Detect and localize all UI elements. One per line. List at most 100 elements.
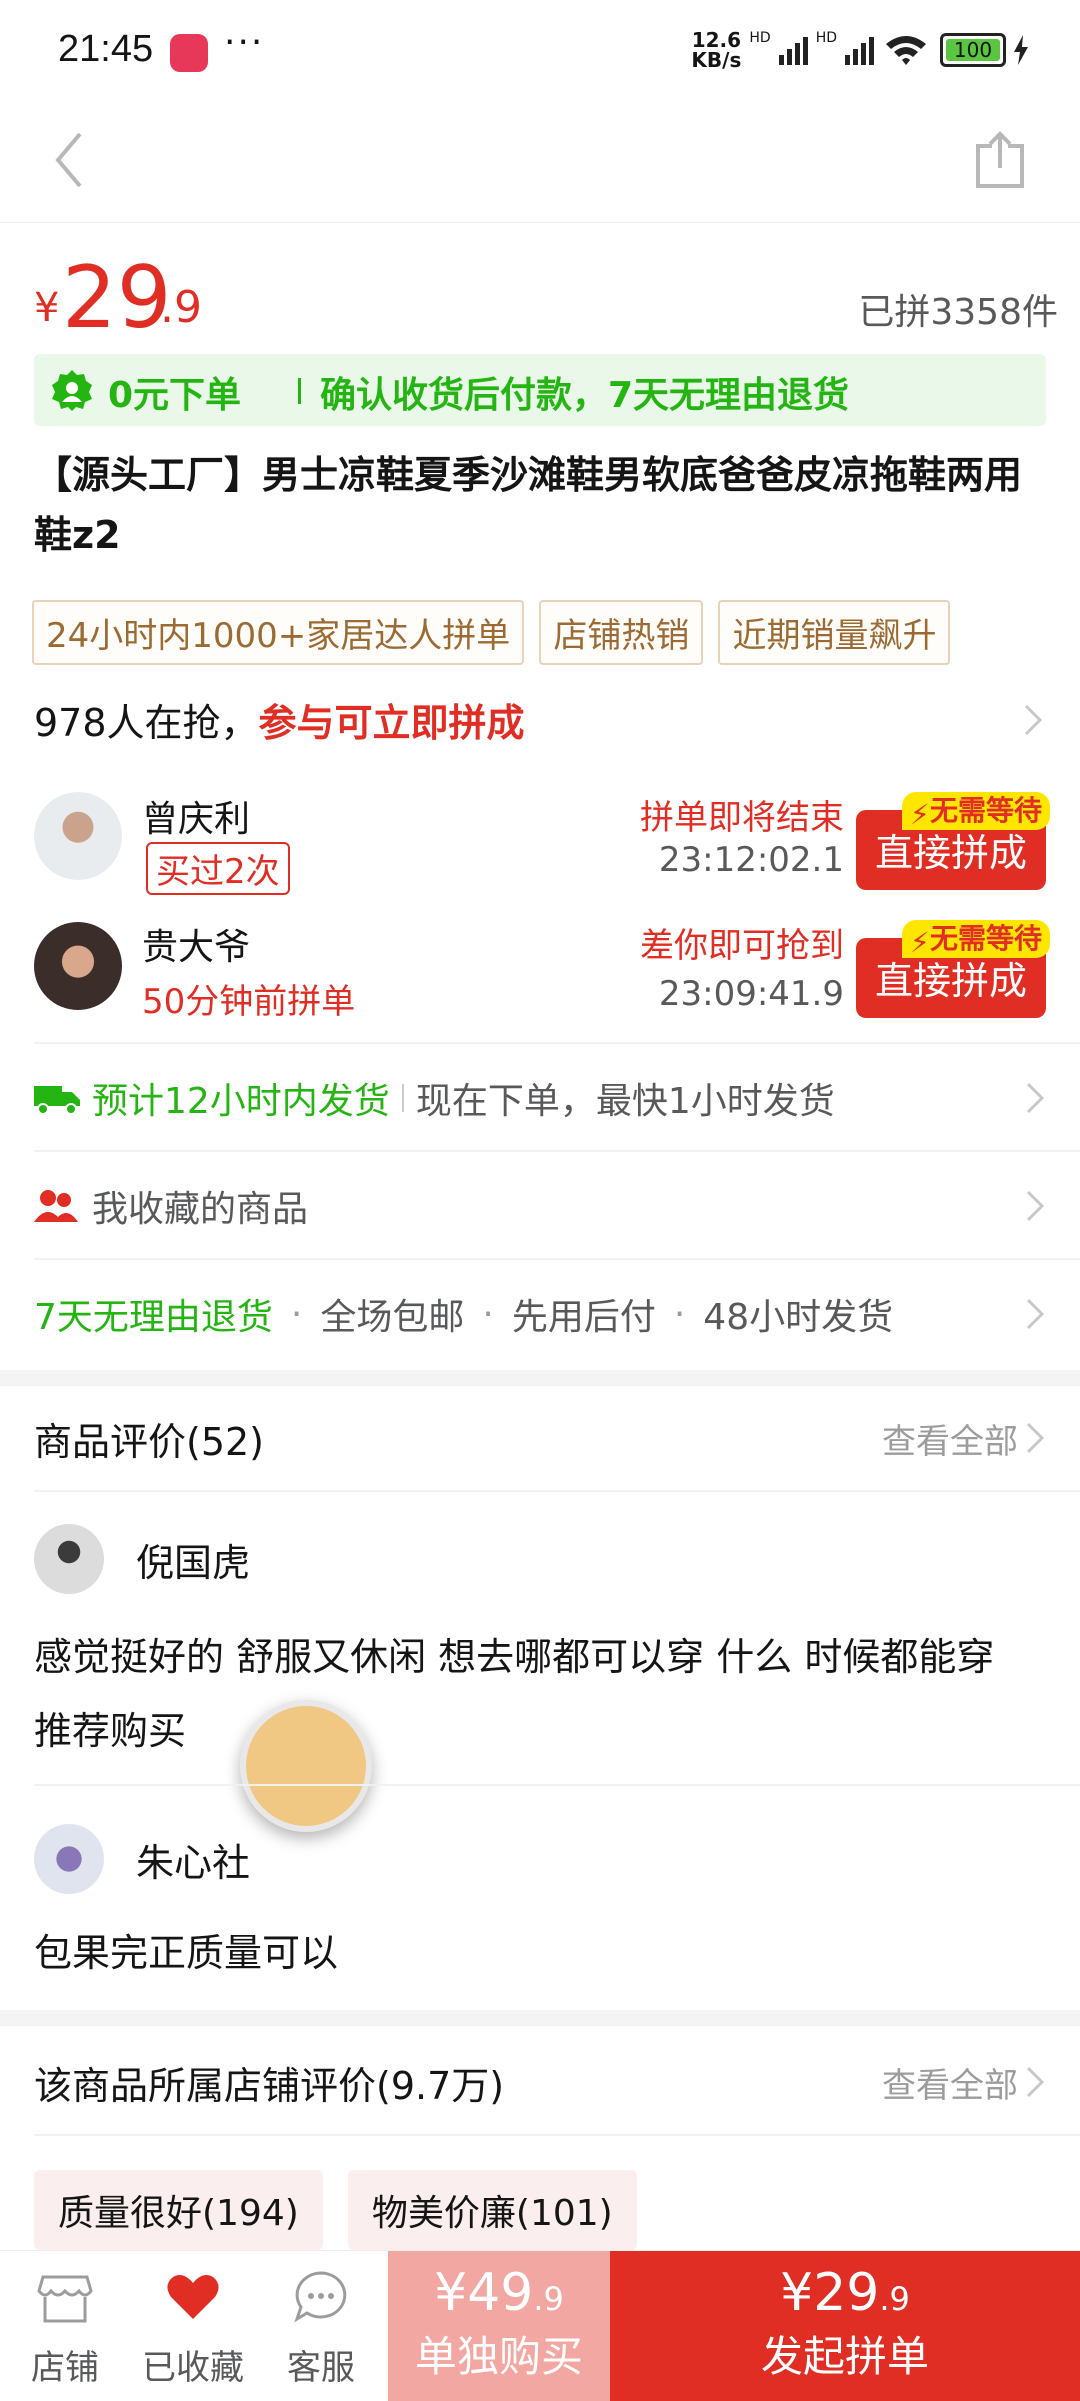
chevron-right-icon [1026, 1298, 1045, 1330]
battery-level: 100 [946, 39, 1000, 61]
avatar [34, 1524, 104, 1594]
divider [34, 1784, 1080, 1786]
currency: ¥ [780, 2263, 814, 2323]
shop-review-tag[interactable]: 物美价廉(101) [347, 2170, 637, 2250]
net-speed: 12.6 KB/s [691, 30, 741, 70]
sold-count: 已拼3358件 [858, 292, 1058, 333]
buy-alone-price: ¥49.9 [388, 2263, 610, 2323]
shop-reviews-header[interactable]: 该商品所属店铺评价(9.7万) 查看全部 [34, 2052, 1046, 2112]
crowd-cta: 参与可立即拼成 [258, 701, 525, 745]
start-group-label: 发起拼单 [760, 2332, 929, 2381]
price-dec: .9 [533, 2280, 564, 2318]
divider [34, 1150, 1080, 1152]
group-status: 拼单即将结束 [640, 798, 844, 838]
chevron-right-icon [1026, 2066, 1045, 2098]
status-time: 21:45 [58, 28, 154, 70]
favorites-label: 我收藏的商品 [92, 1189, 309, 1230]
no-wait-badge: ⚡ 无需等待 [901, 792, 1050, 831]
shop-button[interactable]: 店铺 [0, 2251, 130, 2389]
join-group-label: 直接拼成 [874, 831, 1027, 875]
shipping-row[interactable]: 预计12小时内发货 现在下单，最快1小时发货 [34, 1070, 1046, 1126]
price-decimal: .9 [160, 282, 202, 333]
group-row: 曾庆利 买过2次 拼单即将结束 23:12:02.1 直接拼成 ⚡ 无需等待 [34, 790, 1050, 895]
separator [401, 1084, 404, 1112]
product-tags: 24小时内1000+家居达人拼单 店铺热销 近期销量飙升 [32, 600, 960, 665]
back-arrow-icon[interactable] [50, 130, 90, 190]
services-row[interactable]: 7天无理由退货 · 全场包邮 · 先用后付 · 48小时发货 [34, 1286, 1046, 1342]
shipping-estimate: 预计12小时内发货 [92, 1081, 390, 1122]
reviewer-name: 倪国虎 [136, 1540, 251, 1585]
chat-icon [294, 2271, 347, 2323]
divider [34, 1042, 1080, 1044]
favorite-button[interactable]: 已收藏 [128, 2251, 258, 2389]
shop-review-tag[interactable]: 质量很好(194) [34, 2170, 323, 2250]
reviewer-name: 朱心社 [136, 1840, 251, 1885]
app-notification-icon [170, 34, 208, 72]
divider [34, 1258, 1080, 1260]
product-title: 【源头工厂】男士凉鞋夏季沙滩鞋男软底爸爸皮凉拖鞋两用鞋z2 [34, 453, 1023, 557]
group-leader-time: 50分钟前拼单 [142, 982, 356, 1022]
reviews-header[interactable]: 商品评价(52) 查看全部 [34, 1408, 1046, 1468]
price-dec: .9 [879, 2280, 910, 2318]
group-crowd-row[interactable]: 978人在抢， 参与可立即拼成 [34, 692, 1044, 747]
join-group-label: 直接拼成 [874, 959, 1027, 1003]
group-leader-name: 贵大爷 [142, 927, 251, 968]
reviews-view-all[interactable]: 查看全部 [882, 1414, 1018, 1463]
section-gap [0, 2010, 1080, 2026]
floating-assistant-icon[interactable] [240, 1700, 372, 1832]
top-nav [0, 100, 1080, 223]
net-speed-value: 12.6 [691, 28, 742, 52]
bottom-bar: 店铺 已收藏 客服 ¥49.9 单独购买 ¥29.9 发起拼单 [0, 2250, 1080, 2401]
service-return: 7天无理由退货 [34, 1297, 273, 1338]
chevron-right-icon [1024, 704, 1043, 735]
service-free-shipping: 全场包邮 [320, 1297, 465, 1338]
reviews-title: 商品评价(52) [34, 1419, 265, 1464]
avatar [34, 1824, 104, 1894]
shop-reviews-view-all[interactable]: 查看全部 [882, 2058, 1018, 2107]
currency: ¥ [434, 2263, 468, 2323]
price-symbol: ¥ [34, 285, 60, 331]
price-int: 29 [813, 2263, 880, 2323]
price-int: 49 [467, 2263, 534, 2323]
review-text: 感觉挺好的 舒服又休闲 想去哪都可以穿 什么 时候都能穿 推荐购买 [34, 1635, 995, 1753]
avatar [34, 922, 122, 1010]
service-pay-later: 先用后付 [511, 1297, 656, 1338]
heart-icon [167, 2275, 219, 2319]
signal-icon-2 [845, 35, 874, 65]
review-text: 包果完正质量可以 [34, 1931, 339, 1975]
divider [34, 1490, 1080, 1492]
shop-reviews-title: 该商品所属店铺评价(9.7万) [34, 2063, 505, 2108]
group-leader-name: 曾庆利 [142, 799, 251, 840]
no-wait-label: 无需等待 [929, 922, 1042, 955]
hd-label-1: HD [749, 30, 771, 46]
start-group-button[interactable]: ¥29.9 发起拼单 [610, 2251, 1080, 2401]
shop-review-tags: 质量很好(194) 物美价廉(101) [34, 2170, 657, 2250]
guarantee-refund-text: 确认收货后付款，7天无理由退货 [320, 375, 850, 416]
join-group-button[interactable]: 直接拼成 ⚡ 无需等待 [856, 792, 1050, 890]
join-group-button[interactable]: 直接拼成 ⚡ 无需等待 [856, 920, 1050, 1018]
dot: · [673, 1293, 686, 1335]
dot: · [482, 1293, 494, 1335]
share-icon[interactable] [972, 130, 1028, 190]
review-user: 倪国虎 [34, 1524, 250, 1594]
crowd-count: 978人在抢， [34, 701, 259, 745]
group-price: ¥29.9 [610, 2263, 1080, 2323]
product-tag: 24小时内1000+家居达人拼单 [32, 600, 525, 665]
customer-service-button[interactable]: 客服 [256, 2251, 386, 2389]
truck-icon [34, 1086, 80, 1115]
guarantee-banner: 0元下单 确认收货后付款，7天无理由退货 [34, 354, 1046, 426]
users-icon [34, 1190, 78, 1222]
group-timer: 23:12:02.1 [658, 840, 844, 880]
favorites-row[interactable]: 我收藏的商品 [34, 1178, 1046, 1234]
lightning-icon: ⚡ [909, 798, 930, 831]
buy-alone-button[interactable]: ¥49.9 单独购买 [388, 2251, 610, 2401]
price-integer: 29 [62, 248, 172, 348]
hd-label-2: HD [815, 30, 837, 46]
shop-label: 店铺 [31, 2348, 99, 2388]
divider [34, 2134, 1080, 2136]
group-status: 差你即可抢到 [640, 926, 844, 966]
no-wait-label: 无需等待 [929, 794, 1042, 827]
product-tag: 店铺热销 [539, 600, 704, 665]
review-user: 朱心社 [34, 1824, 250, 1894]
chevron-right-icon [1026, 1422, 1045, 1454]
